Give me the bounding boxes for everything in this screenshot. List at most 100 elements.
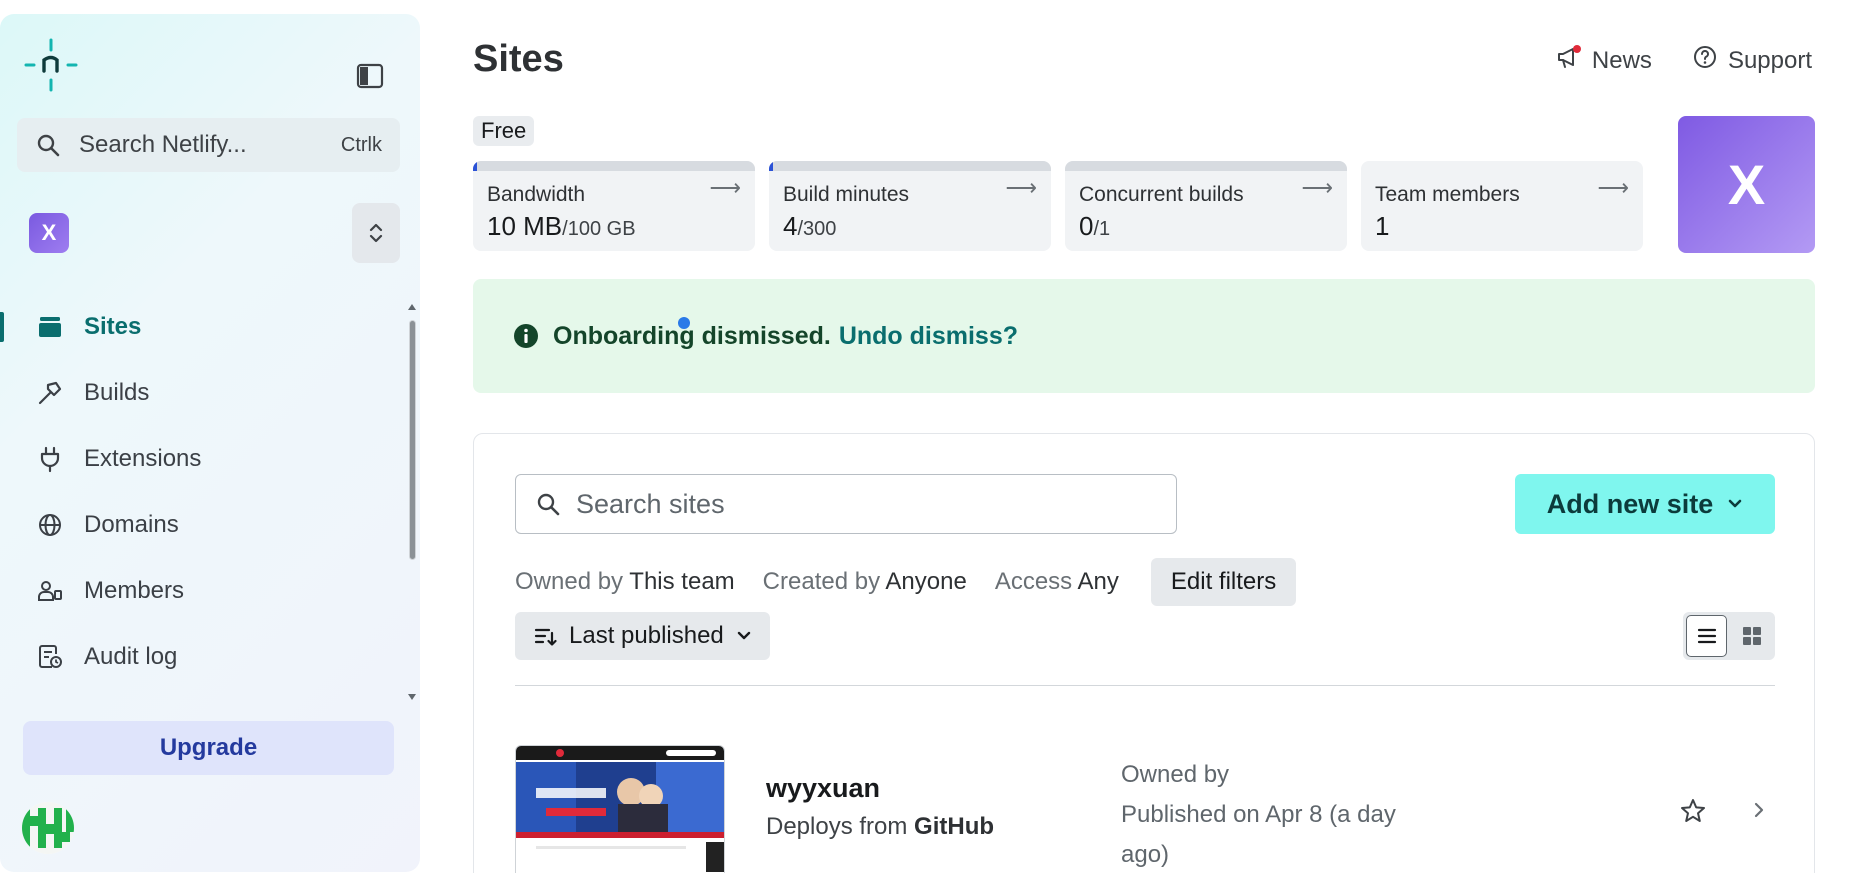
scroll-up-icon[interactable] [407, 302, 417, 312]
sidebar-item-members[interactable]: Members [0, 558, 410, 624]
usage-label: Build minutes [783, 183, 910, 206]
sidebar-scrollbar[interactable] [407, 302, 417, 702]
sidebar-item-label: Members [84, 577, 185, 604]
chevron-right-icon[interactable] [1748, 799, 1770, 821]
megaphone-icon [1556, 44, 1582, 77]
site-thumbnail[interactable] [515, 745, 725, 873]
usage-amount: 1 [1375, 211, 1390, 241]
site-owner: Owned by [1121, 761, 1230, 788]
filter-access[interactable]: Access Any [995, 568, 1119, 596]
usage-label: Team members [1375, 183, 1520, 206]
sidebar-nav: Sites Builds Extensions Domains Members [0, 294, 410, 690]
sidebar-item-label: Domains [84, 511, 179, 538]
usage-limit: /300 [797, 218, 837, 240]
usage-value: 4/300 [783, 211, 1037, 242]
user-avatar[interactable] [22, 802, 74, 854]
team-avatar-large[interactable]: X [1678, 116, 1815, 253]
grid-icon [1742, 627, 1761, 645]
onboarding-banner: Onboarding dismissed. Undo dismiss? [473, 279, 1815, 393]
info-icon [513, 323, 539, 349]
usage-label: Bandwidth [487, 183, 586, 206]
usage-bar-fill [473, 161, 478, 171]
search-icon [536, 492, 560, 516]
usage-card-team-members[interactable]: Team members 1 ⟶ [1361, 161, 1643, 251]
undo-dismiss-link[interactable]: Undo dismiss? [839, 322, 1018, 351]
site-search-field[interactable] [515, 474, 1177, 534]
site-list-item[interactable]: wyyxuan Deploys from GitHub Owned by Pub… [515, 745, 1775, 873]
grid-view-button[interactable] [1731, 615, 1772, 657]
site-meta: Owned by Published on Apr 8 (a day ago) [1121, 755, 1441, 873]
usage-cards: Bandwidth 10 MB/100 GB ⟶ Build minutes 4… [473, 161, 1643, 251]
netlify-logo-icon[interactable] [24, 38, 78, 92]
usage-card-build-minutes[interactable]: Build minutes 4/300 ⟶ [769, 161, 1051, 251]
list-icon [1697, 628, 1716, 644]
team-switch-button[interactable] [352, 203, 400, 263]
filter-access-value: Any [1077, 568, 1119, 595]
team-avatar: X [29, 213, 69, 253]
sidebar-item-extensions[interactable]: Extensions [0, 426, 410, 492]
page-title: Sites [473, 38, 564, 80]
team-switcher[interactable]: X [17, 201, 400, 265]
sort-label: Last published [569, 622, 724, 649]
star-icon[interactable] [1679, 797, 1707, 825]
filter-access-label: Access [994, 568, 1073, 595]
add-new-site-label: Add new site [1546, 488, 1714, 519]
news-link[interactable]: News [1556, 44, 1652, 77]
site-deploy-prefix: Deploys from [766, 813, 908, 840]
help-circle-icon [1692, 44, 1718, 77]
global-search[interactable]: Search Netlify... Ctrlk [17, 118, 400, 172]
site-filters: Owned by This team Created by Anyone Acc… [515, 558, 1297, 606]
plug-icon [36, 445, 64, 473]
top-links: News Support [1556, 44, 1812, 77]
usage-card-concurrent-builds[interactable]: Concurrent builds 0/1 ⟶ [1065, 161, 1347, 251]
usage-value: 10 MB/100 GB [487, 211, 741, 242]
chevron-down-icon [1728, 499, 1742, 508]
site-published-date: Published on Apr 8 (a day ago) [1121, 801, 1396, 868]
sidebar-item-label: Audit log [84, 643, 178, 670]
sidebar-item-builds[interactable]: Builds [0, 360, 410, 426]
globe-icon [36, 511, 64, 539]
sidebar-item-label: Extensions [84, 445, 202, 472]
support-link[interactable]: Support [1692, 44, 1812, 77]
site-deploy-provider: GitHub [914, 813, 995, 840]
filter-created-by[interactable]: Created by Anyone [763, 568, 967, 596]
filter-owned-by[interactable]: Owned by This team [515, 568, 735, 596]
cursor-indicator [678, 317, 690, 329]
sidebar-item-domains[interactable]: Domains [0, 492, 410, 558]
usage-card-bandwidth[interactable]: Bandwidth 10 MB/100 GB ⟶ [473, 161, 755, 251]
usage-amount: 10 MB [487, 211, 563, 241]
view-toggle [1683, 612, 1775, 660]
usage-value: 0/1 [1079, 211, 1333, 242]
arrow-right-icon: ⟶ [1597, 175, 1629, 200]
site-deploy-source: Deploys from GitHub [766, 813, 994, 841]
news-label: News [1591, 46, 1652, 74]
chevron-down-icon [737, 631, 750, 640]
sort-dropdown[interactable]: Last published [515, 612, 770, 660]
layers-icon [36, 313, 64, 341]
usage-label: Concurrent builds [1079, 183, 1244, 206]
divider [515, 685, 1775, 686]
edit-filters-button[interactable]: Edit filters [1150, 558, 1297, 606]
arrow-right-icon: ⟶ [1005, 175, 1037, 200]
upgrade-button[interactable]: Upgrade [23, 721, 394, 775]
scrollbar-thumb[interactable] [409, 320, 416, 560]
members-icon [36, 577, 64, 605]
usage-limit: /1 [1093, 218, 1111, 240]
list-view-button[interactable] [1686, 615, 1728, 657]
usage-value: 1 [1375, 211, 1629, 242]
plan-badge: Free [473, 116, 535, 146]
collapse-sidebar-icon[interactable] [356, 62, 384, 90]
usage-bar [473, 161, 755, 171]
site-name[interactable]: wyyxuan [766, 773, 880, 804]
sidebar-item-audit-log[interactable]: Audit log [0, 624, 410, 690]
scroll-down-icon[interactable] [407, 692, 417, 702]
usage-amount: 0 [1079, 211, 1094, 241]
sidebar: Search Netlify... Ctrlk X Sites Builds E… [0, 14, 420, 872]
arrow-right-icon: ⟶ [1301, 175, 1333, 200]
site-search-input[interactable] [576, 488, 1156, 520]
hammer-icon [36, 379, 64, 407]
search-shortcut: Ctrlk [340, 133, 382, 156]
sidebar-item-sites[interactable]: Sites [0, 294, 410, 360]
add-new-site-button[interactable]: Add new site [1515, 474, 1775, 534]
search-icon [35, 132, 61, 158]
